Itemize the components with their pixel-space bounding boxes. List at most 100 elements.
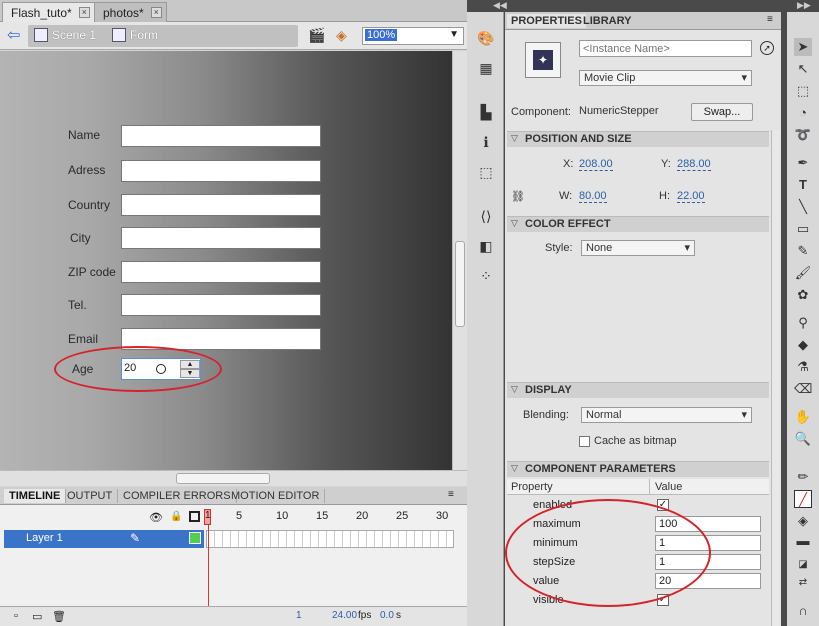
trash-icon[interactable]: 🗑: [52, 610, 66, 623]
tel-field[interactable]: [121, 294, 321, 316]
align-icon[interactable]: ▙: [476, 102, 496, 122]
breadcrumb-symbol[interactable]: Form: [130, 28, 158, 42]
brush-tool-icon[interactable]: 🖌: [794, 264, 812, 282]
collapse-icon[interactable]: ◀◀: [493, 0, 507, 11]
properties-scrollbar[interactable]: [771, 130, 781, 626]
pen-tool-icon[interactable]: ✒: [794, 154, 812, 172]
expand-icon[interactable]: ▶▶: [797, 0, 811, 11]
symbol-type-select[interactable]: Movie Clip: [579, 70, 752, 86]
y-label: Y:: [661, 158, 671, 170]
layer-color-icon[interactable]: [189, 532, 201, 544]
tab-output[interactable]: OUTPUT: [62, 489, 119, 503]
doc-tab-flash-tuto[interactable]: Flash_tuto* ×: [2, 2, 95, 22]
x-value[interactable]: 208.00: [579, 158, 613, 171]
section-title: POSITION AND SIZE: [525, 133, 632, 145]
tab-motion-editor[interactable]: MOTION EDITOR: [226, 489, 326, 503]
close-icon[interactable]: ×: [150, 7, 162, 18]
country-field[interactable]: [121, 194, 321, 216]
new-layer-icon[interactable]: ▫: [14, 610, 18, 622]
breadcrumb-scene[interactable]: Scene 1: [52, 28, 96, 42]
instance-name-input[interactable]: [579, 40, 752, 57]
blending-select[interactable]: Normal: [581, 407, 752, 423]
new-folder-icon[interactable]: ▭: [32, 610, 42, 623]
black-white-icon[interactable]: ◪: [794, 556, 812, 574]
edit-scene-icon[interactable]: 🎬: [308, 27, 325, 44]
selection-tool-icon[interactable]: ➤: [794, 38, 812, 56]
paint-bucket-icon[interactable]: ◆: [794, 336, 812, 354]
scroll-thumb[interactable]: [176, 473, 270, 484]
frame-strip[interactable]: [206, 530, 454, 548]
bone-tool-icon[interactable]: ⚲: [794, 314, 812, 332]
text-tool-icon[interactable]: T: [794, 176, 812, 194]
free-transform-tool-icon[interactable]: ⬚: [794, 82, 812, 100]
components-icon[interactable]: ◧: [476, 236, 496, 256]
3d-rotation-tool-icon[interactable]: ◔: [794, 104, 812, 122]
fill-swatch-icon[interactable]: ▬: [794, 532, 812, 550]
name-field[interactable]: [121, 125, 321, 147]
panel-menu-icon[interactable]: ≡: [767, 14, 773, 25]
edit-class-icon[interactable]: ➚: [760, 41, 774, 55]
swap-colors-icon[interactable]: ⇄: [794, 574, 812, 592]
style-select[interactable]: None: [581, 240, 695, 256]
back-arrow-icon[interactable]: ⇦: [7, 25, 20, 45]
subselection-tool-icon[interactable]: ↖: [794, 60, 812, 78]
transform-icon[interactable]: ⬚: [476, 162, 496, 182]
close-icon[interactable]: ×: [78, 7, 90, 18]
time-unit: s: [396, 610, 401, 621]
section-color-effect[interactable]: COLOR EFFECT: [507, 216, 769, 232]
column-divider: [649, 479, 650, 495]
stage-vertical-scrollbar[interactable]: [452, 51, 467, 470]
grid-icon[interactable]: ▦: [476, 58, 496, 78]
snap-to-objects-icon[interactable]: ∩: [794, 602, 812, 620]
swatches-icon[interactable]: 🎨: [476, 28, 496, 48]
swap-button[interactable]: Swap...: [691, 103, 753, 121]
eraser-tool-icon[interactable]: ⌫: [794, 380, 812, 398]
edit-symbols-icon[interactable]: ◈: [336, 27, 347, 44]
time-value[interactable]: 0.0: [380, 610, 394, 621]
fill-color-icon[interactable]: ◈: [794, 512, 812, 530]
layer-row[interactable]: Layer 1 ✎: [4, 530, 204, 548]
tab-properties[interactable]: PROPERTIES: [507, 14, 586, 28]
zip-field[interactable]: [121, 261, 321, 283]
eyedropper-icon[interactable]: ⚗: [794, 358, 812, 376]
info-icon[interactable]: ℹ: [476, 132, 496, 152]
actions-icon[interactable]: ⟨⟩: [476, 206, 496, 226]
panel-menu-icon[interactable]: ≡: [448, 489, 454, 500]
section-position-size[interactable]: POSITION AND SIZE: [507, 131, 769, 147]
pencil-icon[interactable]: ✎: [130, 531, 140, 545]
section-component-parameters[interactable]: COMPONENT PARAMETERS: [507, 461, 769, 477]
stroke-color-icon[interactable]: ✏: [794, 468, 812, 486]
link-icon[interactable]: ⛓: [511, 190, 525, 203]
hand-tool-icon[interactable]: ✋: [794, 408, 812, 426]
tab-compiler-errors[interactable]: COMPILER ERRORS: [118, 489, 237, 503]
stage-horizontal-scrollbar[interactable]: [0, 470, 467, 486]
zoom-tool-icon[interactable]: 🔍: [794, 430, 812, 448]
tab-library[interactable]: LIBRARY: [579, 14, 635, 28]
scroll-thumb[interactable]: [455, 241, 465, 327]
breadcrumb: Scene 1 Form: [28, 25, 298, 47]
deco-tool-icon[interactable]: ✿: [794, 286, 812, 304]
y-value[interactable]: 288.00: [677, 158, 711, 171]
city-field[interactable]: [121, 227, 321, 249]
outline-icon[interactable]: [189, 511, 200, 522]
line-tool-icon[interactable]: ╲: [794, 198, 812, 216]
fps-value[interactable]: 24.00: [332, 610, 357, 621]
no-color-icon[interactable]: ╱: [794, 490, 812, 508]
lock-icon[interactable]: 🔒: [170, 511, 182, 522]
tab-timeline[interactable]: TIMELINE: [4, 489, 67, 503]
h-value[interactable]: 22.00: [677, 190, 705, 203]
cache-bitmap-checkbox[interactable]: [579, 436, 590, 447]
eye-icon[interactable]: 👁: [149, 511, 163, 524]
section-display[interactable]: DISPLAY: [507, 382, 769, 398]
rectangle-tool-icon[interactable]: ▭: [794, 220, 812, 238]
w-value[interactable]: 80.00: [579, 190, 607, 203]
stage[interactable]: Name Adress Country City ZIP code Tel. E…: [0, 51, 452, 470]
motion-presets-icon[interactable]: ⁘: [476, 266, 496, 286]
lasso-tool-icon[interactable]: ➰: [794, 126, 812, 144]
zoom-select[interactable]: 100% ▼: [362, 27, 464, 45]
adress-field[interactable]: [121, 160, 321, 182]
current-frame[interactable]: 1: [296, 610, 302, 621]
pencil-tool-icon[interactable]: ✎: [794, 242, 812, 260]
right-panel: ◀◀ ▶▶ 🎨 ▦ ▙ ℹ ⬚ ⟨⟩ ◧ ⁘ PROPERTIES LIBRAR…: [467, 0, 819, 626]
doc-tab-photos[interactable]: photos* ×: [94, 2, 167, 22]
